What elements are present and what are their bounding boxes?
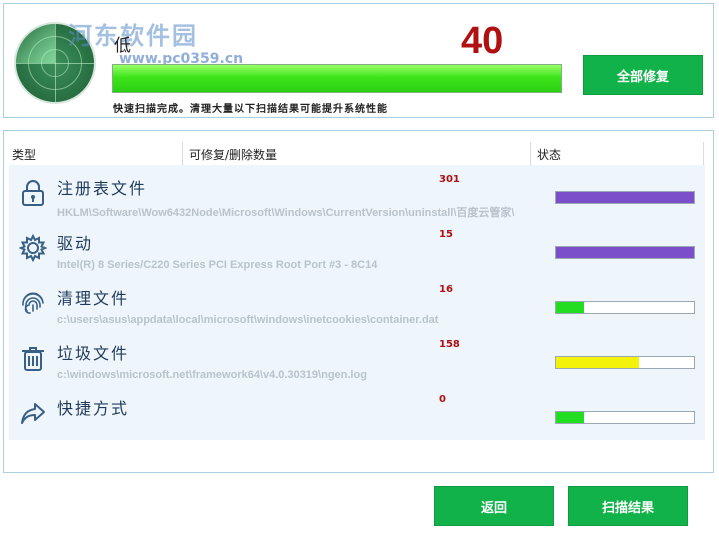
item-count: 301 [439,174,460,185]
item-path: c:\users\asus\appdata\local\microsoft\wi… [57,314,439,326]
item-path: c:\windows\microsoft.net\framework64\v4.… [57,369,367,381]
results-panel: 类型 可修复/删除数量 状态 注册表文件 301 HKLM\Software\W… [3,130,714,473]
list-item-driver[interactable]: 驱动 15 Intel(R) 8 Series/C220 Series PCI … [9,220,705,275]
column-header-count: 可修复/删除数量 [182,142,532,166]
gear-icon [19,234,47,262]
item-path: HKLM\Software\Wow6432Node\Microsoft\Wind… [57,207,515,219]
item-name: 注册表文件 [57,179,148,198]
scan-results-button[interactable]: 扫描结果 [568,486,688,526]
status-bar [555,246,695,259]
item-count: 16 [439,284,453,295]
fix-all-button[interactable]: 全部修复 [583,55,703,95]
list-item-junk-files[interactable]: 垃圾文件 158 c:\windows\microsoft.net\framew… [9,330,705,385]
scan-status-message: 快速扫描完成。清理大量以下扫描结果可能提升系统性能 [113,104,388,115]
status-bar-fill [556,302,584,313]
status-bar-fill [556,247,694,258]
status-bar [555,191,695,204]
column-header-status: 状态 [530,142,704,166]
item-count: 0 [439,394,446,405]
status-bar [555,411,695,424]
risk-level-label: 低 [114,36,131,56]
status-bar [555,356,695,369]
status-bar-fill [556,192,694,203]
lock-icon [22,180,44,206]
column-header-type: 类型 [12,147,37,162]
item-count: 158 [439,339,460,350]
fingerprint-icon [22,292,44,314]
trash-icon [22,347,44,371]
item-name: 清理文件 [57,289,130,308]
item-name: 快捷方式 [57,399,130,418]
watermark-logo-text: 河东软件园 [68,21,198,50]
list-item-registry[interactable]: 注册表文件 301 HKLM\Software\Wow6432Node\Micr… [9,165,705,220]
back-button[interactable]: 返回 [434,486,554,526]
item-name: 垃圾文件 [57,344,130,363]
item-path: Intel(R) 8 Series/C220 Series PCI Expres… [57,259,378,271]
score-progress-bar [112,64,562,93]
score-progress-fill [113,65,561,92]
item-count: 15 [439,229,453,240]
status-bar-fill [556,357,639,368]
health-score: 40 [461,20,504,62]
status-bar-fill [556,412,584,423]
item-name: 驱动 [57,234,94,253]
list-item-cleanup[interactable]: 清理文件 16 c:\users\asus\appdata\local\micr… [9,275,705,330]
results-list: 注册表文件 301 HKLM\Software\Wow6432Node\Micr… [9,165,705,440]
list-item-shortcuts[interactable]: 快捷方式 0 [9,385,705,440]
share-arrow-icon [21,403,45,424]
status-bar [555,301,695,314]
